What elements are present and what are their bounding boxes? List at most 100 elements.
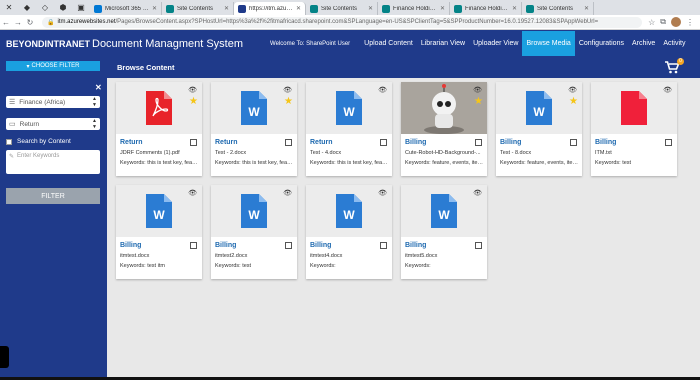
star-icon[interactable]: ★ (189, 97, 198, 107)
card-title[interactable]: Billing (310, 242, 331, 249)
avatar[interactable] (671, 17, 681, 27)
app-icon[interactable]: ▣ (75, 2, 87, 14)
browser-tab[interactable]: Site Contents ✕ (162, 2, 234, 15)
card-checkbox[interactable] (380, 139, 387, 146)
eye-icon[interactable]: 👁 (283, 86, 292, 94)
card-keywords: Keywords: this is test key, feat... (310, 160, 388, 166)
card-checkbox[interactable] (285, 242, 292, 249)
reload-icon[interactable]: ↻ (24, 18, 36, 27)
eye-icon[interactable]: 👁 (188, 86, 197, 94)
browser-tab[interactable]: Microsoft 365 admi✕ (90, 2, 162, 15)
close-tab-icon[interactable]: ✕ (368, 5, 373, 12)
side-handle[interactable] (0, 346, 9, 368)
word-file-icon: W (431, 194, 457, 228)
close-tab-icon[interactable]: ✕ (440, 5, 445, 12)
card-title[interactable]: Billing (215, 242, 236, 249)
card-title[interactable]: Billing (120, 242, 141, 249)
svg-text:W: W (153, 208, 165, 222)
card-checkbox[interactable] (190, 242, 197, 249)
star-icon[interactable]: ★ (284, 97, 293, 107)
shield-icon[interactable]: ⬢ (57, 2, 69, 14)
word-file-icon: W (146, 194, 172, 228)
forward-icon[interactable]: → (12, 18, 24, 27)
eye-icon[interactable]: 👁 (663, 86, 672, 94)
card-checkbox[interactable] (570, 139, 577, 146)
extensions-icon[interactable]: ⧉ (660, 17, 666, 27)
browser-tab[interactable]: Site Contents ✕ (522, 2, 594, 15)
content-card[interactable]: W 👁 Billing itmtest5.docx Keywords: (401, 185, 487, 279)
content-card[interactable]: 👁 Billing ITM.txt Keywords: test (591, 82, 677, 176)
library-select-value: Finance (Africa) (19, 98, 66, 106)
star-bookmark-icon[interactable]: ☆ (648, 18, 655, 27)
card-title[interactable]: Return (310, 139, 333, 146)
close-tab-icon[interactable]: ✕ (152, 5, 157, 12)
search-by-content-toggle[interactable]: Search by Content (6, 138, 71, 145)
text-file-icon (621, 91, 647, 125)
card-filename: JDRF Comments (1).pdf (120, 150, 180, 156)
close-tab-icon[interactable]: ✕ (296, 5, 301, 12)
browser-tab[interactable]: Finance Holding - I✕ (378, 2, 450, 15)
eye-icon[interactable]: 👁 (378, 189, 387, 197)
nav-item-browse-media[interactable]: Browse Media (522, 31, 575, 56)
app-icon[interactable]: ◇ (39, 2, 51, 14)
nav-item-activity[interactable]: Activity (659, 31, 689, 56)
card-title[interactable]: Return (215, 139, 238, 146)
keywords-input[interactable]: ✎ Enter Keywords (6, 150, 100, 174)
category-select[interactable]: ▭ Return ▲ ▼ (6, 118, 100, 130)
nav-item-configurations[interactable]: Configurations (575, 31, 628, 56)
brand-logo[interactable]: BEYONDINTRANET (0, 39, 90, 49)
search-by-content-checkbox[interactable] (6, 138, 12, 145)
card-checkbox[interactable] (475, 242, 482, 249)
star-icon[interactable]: ★ (474, 97, 483, 107)
close-x-icon[interactable]: ✕ (3, 2, 15, 14)
content-card[interactable]: W 👁 Billing itmtest4.docx Keywords: (306, 185, 392, 279)
browser-tab[interactable]: Site Contents ✕ (306, 2, 378, 15)
eye-icon[interactable]: 👁 (283, 189, 292, 197)
eye-icon[interactable]: 👁 (473, 189, 482, 197)
card-title[interactable]: Billing (595, 139, 616, 146)
card-title[interactable]: Billing (500, 139, 521, 146)
browser-tab-label: Microsoft 365 admi (105, 5, 150, 12)
eye-icon[interactable]: 👁 (188, 189, 197, 197)
content-card[interactable]: 👁 ★ Return JDRF Comments (1).pdf Keywords: t… (116, 82, 202, 176)
card-checkbox[interactable] (475, 139, 482, 146)
card-title[interactable]: Return (120, 139, 143, 146)
content-card[interactable]: W 👁 ★ Billing Test - 8.docx Keywords: feature… (496, 82, 582, 176)
star-icon[interactable]: ★ (569, 97, 578, 107)
eye-icon[interactable]: 👁 (473, 86, 482, 94)
close-icon[interactable]: ✕ (95, 83, 102, 92)
nav-item-librarian-view[interactable]: Librarian View (417, 31, 469, 56)
close-tab-icon[interactable]: ✕ (224, 5, 229, 12)
menu-icon[interactable]: ⋮ (686, 18, 694, 27)
content-card[interactable]: W 👁 Return Test - 4.docx Keywords: this is t… (306, 82, 392, 176)
library-select[interactable]: ☰ Finance (Africa) ▲ ▼ (6, 96, 100, 108)
content-card[interactable]: W 👁 ★ Return Test - 2.docx Keywords: this is … (211, 82, 297, 176)
choose-filter-button[interactable]: ▾ CHOOSE FILTER (6, 61, 100, 71)
eye-icon[interactable]: 👁 (568, 86, 577, 94)
filter-button[interactable]: FILTER (6, 188, 100, 204)
content-card[interactable]: W 👁 Billing itmtest.docx Keywords: test itm (116, 185, 202, 279)
browser-tab-label: Site Contents (177, 5, 214, 12)
url-input[interactable]: 🔒 itm.azurewebsites.net/Pages/BrowseCont… (42, 16, 643, 28)
nav-item-archive[interactable]: Archive (628, 31, 659, 56)
content-card[interactable]: 👁 ★ Billing Cute-Robot-HD-Background-... Key… (401, 82, 487, 176)
content-card[interactable]: W 👁 Billing itmtest2.docx Keywords: test (211, 185, 297, 279)
browser-tab-label: Finance Holding - I (465, 5, 510, 12)
eye-icon[interactable]: 👁 (378, 86, 387, 94)
back-icon[interactable]: ← (0, 18, 12, 27)
close-tab-icon[interactable]: ✕ (512, 5, 517, 12)
browser-tab[interactable]: Finance Holding - I✕ (450, 2, 522, 15)
nav-item-uploader-view[interactable]: Uploader View (469, 31, 522, 56)
browser-tab[interactable]: https://itm.azurew ✕ (234, 2, 306, 15)
card-checkbox[interactable] (190, 139, 197, 146)
card-title[interactable]: Billing (405, 242, 426, 249)
site-favicon-icon (94, 4, 102, 13)
card-checkbox[interactable] (285, 139, 292, 146)
nav-item-upload-content[interactable]: Upload Content (360, 31, 417, 56)
card-checkbox[interactable] (665, 139, 672, 146)
card-checkbox[interactable] (380, 242, 387, 249)
browser-tab-label: Site Contents (537, 5, 574, 12)
close-tab-icon[interactable]: ✕ (584, 5, 589, 12)
app-icon[interactable]: ◆ (21, 2, 33, 14)
card-title[interactable]: Billing (405, 139, 426, 146)
